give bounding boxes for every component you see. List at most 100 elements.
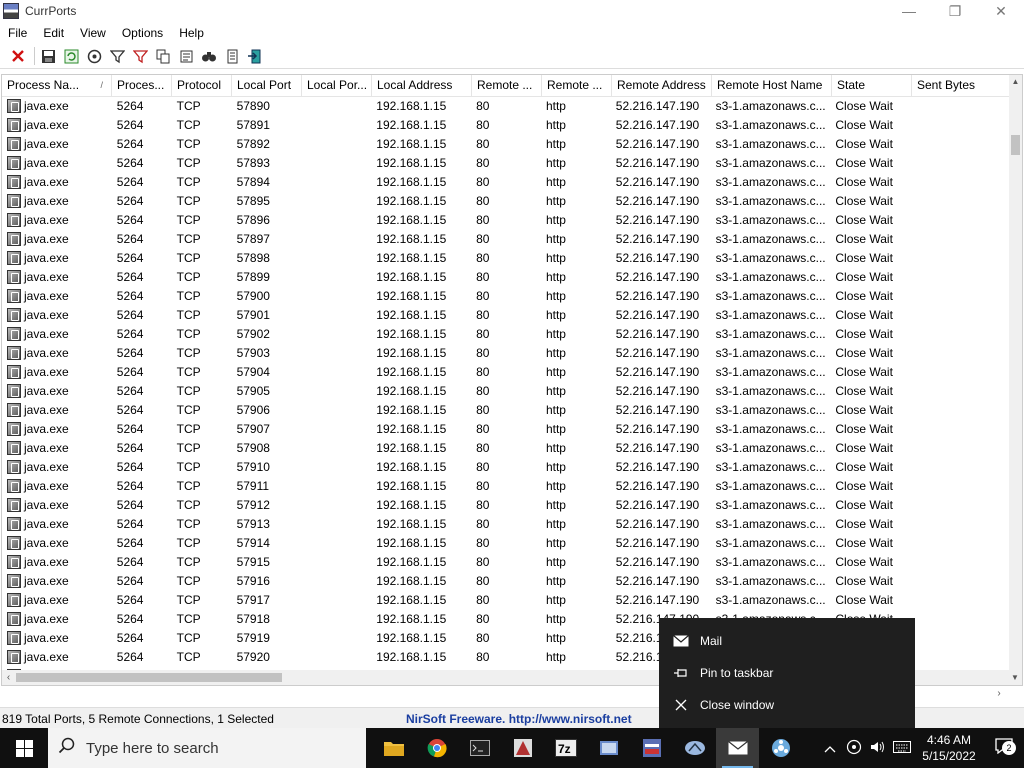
table-row[interactable]: java.exe 5264 TCP 57890 192.168.1.15 80 http 52… <box>2 97 1010 116</box>
table-row[interactable]: java.exe 5264 TCP 57893 192.168.1.15 80 http 52… <box>2 154 1010 173</box>
app-icon[interactable] <box>501 728 544 768</box>
column-header-local-address[interactable]: Local Address <box>372 75 472 97</box>
table-row[interactable]: java.exe 5264 TCP 57917 192.168.1.15 80 http 52… <box>2 591 1010 610</box>
scroll-up-arrow-icon[interactable]: ▲ <box>1009 75 1022 88</box>
cell-text: 52.216.147.190 <box>615 118 700 132</box>
save-icon[interactable] <box>38 46 58 66</box>
jumplist-mail-app[interactable]: Mail <box>659 628 915 654</box>
column-header-remote-port[interactable]: Remote ... <box>472 75 542 97</box>
volume-icon[interactable] <box>866 740 890 757</box>
table-row[interactable]: java.exe 5264 TCP 57901 192.168.1.15 80 http 52… <box>2 306 1010 325</box>
table-row[interactable]: java.exe 5264 TCP 57900 192.168.1.15 80 http 52… <box>2 287 1010 306</box>
cell-protocol: TCP <box>172 173 232 192</box>
table-row[interactable]: java.exe 5264 TCP 57912 192.168.1.15 80 http 52… <box>2 496 1010 515</box>
refresh-icon[interactable] <box>61 46 81 66</box>
filter-icon[interactable] <box>107 46 127 66</box>
table-row[interactable]: java.exe 5264 TCP 57907 192.168.1.15 80 http 52… <box>2 420 1010 439</box>
chevron-up-icon[interactable] <box>818 741 842 756</box>
scroll-down-arrow-icon[interactable]: ▼ <box>1008 671 1022 685</box>
menu-file[interactable]: File <box>0 26 35 40</box>
table-row[interactable]: java.exe 5264 TCP 57908 192.168.1.15 80 http 52… <box>2 439 1010 458</box>
column-header-sent-bytes[interactable]: Sent Bytes <box>912 75 1012 97</box>
table-row[interactable]: java.exe 5264 TCP 57906 192.168.1.15 80 http 52… <box>2 401 1010 420</box>
cell-text: 57897 <box>236 232 270 246</box>
app-icon[interactable] <box>759 728 802 768</box>
properties-icon[interactable] <box>84 46 104 66</box>
cell-local-port: 57914 <box>232 534 302 553</box>
scroll-right-arrow-icon[interactable]: › <box>992 686 1006 701</box>
cell-text: TCP <box>176 536 201 550</box>
column-header-remote-port-name[interactable]: Remote ... <box>542 75 612 97</box>
table-row[interactable]: java.exe 5264 TCP 57914 192.168.1.15 80 http 52… <box>2 534 1010 553</box>
jumplist-pin-to-taskbar[interactable]: Pin to taskbar <box>659 660 915 686</box>
column-header-process-name[interactable]: Process Na... / <box>2 75 112 97</box>
table-row[interactable]: java.exe 5264 TCP 57913 192.168.1.15 80 http 52… <box>2 515 1010 534</box>
table-row[interactable]: java.exe 5264 TCP 57899 192.168.1.15 80 http 52… <box>2 268 1010 287</box>
terminal-icon[interactable] <box>458 728 501 768</box>
find-icon[interactable] <box>199 46 219 66</box>
cell-process-name: java.exe <box>2 629 112 648</box>
menu-edit[interactable]: Edit <box>35 26 72 40</box>
mail-icon[interactable] <box>716 728 759 768</box>
table-row[interactable]: java.exe 5264 TCP 57896 192.168.1.15 80 http 52… <box>2 211 1010 230</box>
nirsoft-link[interactable]: NirSoft Freeware. http://www.nirsoft.net <box>406 712 632 726</box>
file-explorer-icon[interactable] <box>372 728 415 768</box>
cell-state: Close Wait <box>830 534 910 553</box>
app-icon[interactable] <box>630 728 673 768</box>
horizontal-scroll-thumb[interactable] <box>16 673 282 682</box>
advanced-filter-icon[interactable] <box>130 46 150 66</box>
exit-icon[interactable] <box>245 46 265 66</box>
cell-text: TCP <box>176 175 201 189</box>
7zip-icon[interactable]: 7z <box>544 728 587 768</box>
copy-icon[interactable] <box>153 46 173 66</box>
minimize-button[interactable]: — <box>886 0 932 22</box>
table-row[interactable]: java.exe 5264 TCP 57897 192.168.1.15 80 http 52… <box>2 230 1010 249</box>
table-row[interactable]: java.exe 5264 TCP 57894 192.168.1.15 80 http 52… <box>2 173 1010 192</box>
table-row[interactable]: java.exe 5264 TCP 57903 192.168.1.15 80 http 52… <box>2 344 1010 363</box>
network-icon[interactable] <box>842 739 866 758</box>
table-row[interactable]: java.exe 5264 TCP 57902 192.168.1.15 80 http 52… <box>2 325 1010 344</box>
restore-button[interactable]: ❐ <box>932 0 978 22</box>
table-row[interactable]: java.exe 5264 TCP 57895 192.168.1.15 80 http 52… <box>2 192 1010 211</box>
ports-table[interactable]: Process Na... / Proces... Protocol Local Por… <box>1 74 1023 686</box>
column-header-local-port[interactable]: Local Port <box>232 75 302 97</box>
start-button[interactable] <box>0 728 48 768</box>
column-header-state[interactable]: State <box>832 75 912 97</box>
table-row[interactable]: java.exe 5264 TCP 57898 192.168.1.15 80 http 52… <box>2 249 1010 268</box>
column-header-protocol[interactable]: Protocol <box>172 75 232 97</box>
column-header-process-id[interactable]: Proces... <box>112 75 172 97</box>
scroll-left-arrow-icon[interactable]: ‹ <box>2 670 15 685</box>
app-icon[interactable] <box>587 728 630 768</box>
table-row[interactable]: java.exe 5264 TCP 57892 192.168.1.15 80 http 52… <box>2 135 1010 154</box>
table-row[interactable]: java.exe 5264 TCP 57915 192.168.1.15 80 http 52… <box>2 553 1010 572</box>
app-icon[interactable] <box>673 728 716 768</box>
close-button[interactable]: ✕ <box>978 0 1024 22</box>
table-row[interactable]: java.exe 5264 TCP 57905 192.168.1.15 80 http 52… <box>2 382 1010 401</box>
menu-options[interactable]: Options <box>114 26 171 40</box>
vertical-scroll-thumb[interactable] <box>1011 135 1020 155</box>
taskbar-search-box[interactable]: Type here to search <box>48 728 366 768</box>
menu-view[interactable]: View <box>72 26 114 40</box>
menu-help[interactable]: Help <box>171 26 212 40</box>
close-connection-icon[interactable] <box>8 46 28 66</box>
table-row[interactable]: java.exe 5264 TCP 57911 192.168.1.15 80 http 52… <box>2 477 1010 496</box>
column-header-remote-host-name[interactable]: Remote Host Name <box>712 75 832 97</box>
table-row[interactable]: java.exe 5264 TCP 57916 192.168.1.15 80 http 52… <box>2 572 1010 591</box>
column-header-local-port-name[interactable]: Local Por... <box>302 75 372 97</box>
vertical-scrollbar[interactable]: ▲ <box>1009 75 1022 671</box>
cell-text: 52.216.147.190 <box>615 365 700 379</box>
column-header-remote-address[interactable]: Remote Address <box>612 75 712 97</box>
table-row[interactable]: java.exe 5264 TCP 57910 192.168.1.15 80 http 52… <box>2 458 1010 477</box>
cell-text: TCP <box>176 137 201 151</box>
cell-remote-port: 80 <box>471 534 541 553</box>
report-icon[interactable] <box>222 46 242 66</box>
table-row[interactable]: java.exe 5264 TCP 57904 192.168.1.15 80 http 52… <box>2 363 1010 382</box>
html-report-icon[interactable] <box>176 46 196 66</box>
cell-sent-bytes <box>910 344 1010 363</box>
notification-center-button[interactable]: 2 <box>984 737 1024 759</box>
table-row[interactable]: java.exe 5264 TCP 57891 192.168.1.15 80 http 52… <box>2 116 1010 135</box>
taskbar-clock[interactable]: 4:46 AM 5/15/2022 <box>914 732 984 764</box>
keyboard-icon[interactable] <box>890 740 914 756</box>
jumplist-close-window[interactable]: Close window <box>659 692 915 718</box>
chrome-icon[interactable] <box>415 728 458 768</box>
